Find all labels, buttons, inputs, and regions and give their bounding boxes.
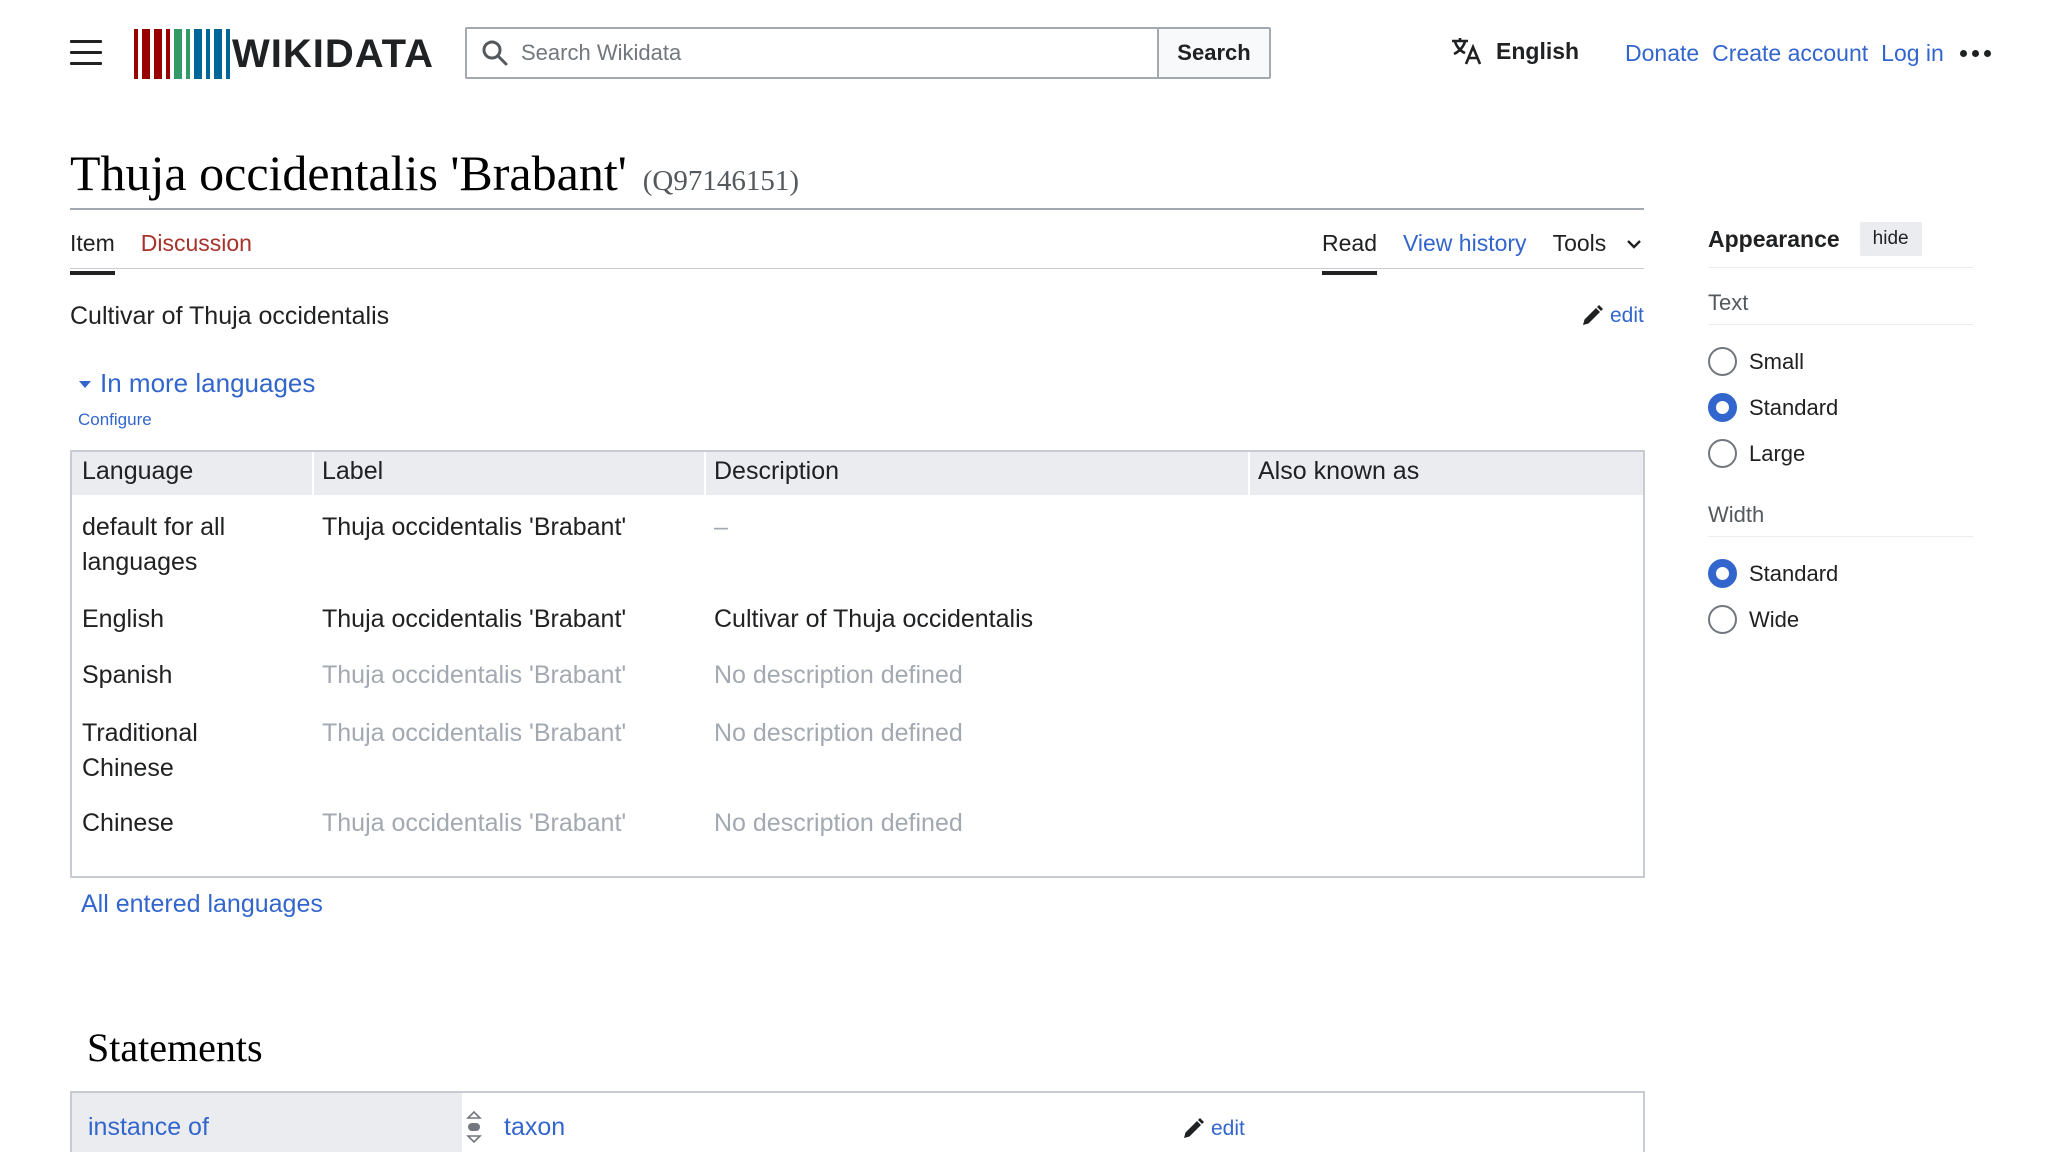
column-header-description: Description	[714, 457, 840, 485]
search-input[interactable]	[521, 40, 1141, 66]
column-header-label: Label	[322, 457, 384, 485]
column-header-aliases: Also known as	[1258, 457, 1420, 485]
tools-label: Tools	[1552, 230, 1607, 256]
statements-heading: Statements	[87, 1025, 263, 1070]
statement-value-link[interactable]: taxon	[504, 1113, 565, 1142]
table-row-label: Thuja occidentalis 'Brabant'	[322, 661, 627, 689]
panel-divider	[1708, 536, 1973, 537]
rank-selector-icon[interactable]	[466, 1110, 482, 1144]
radio-button-selected[interactable]	[1708, 559, 1737, 588]
text-size-label: Text	[1708, 290, 1749, 315]
title-divider	[70, 208, 1644, 210]
wikidata-wordmark[interactable]: WIKIDATA	[232, 30, 434, 78]
table-row-language: Traditional Chinese	[82, 719, 198, 782]
tabs-divider	[70, 268, 1644, 269]
table-row-language: default for all languages	[82, 513, 226, 576]
wikidata-logo-icon[interactable]	[134, 29, 230, 79]
radio-button[interactable]	[1708, 439, 1737, 468]
radio-button[interactable]	[1708, 605, 1737, 634]
table-row-label: Thuja occidentalis 'Brabant'	[322, 809, 627, 837]
table-row-label: Thuja occidentalis 'Brabant'	[322, 513, 627, 541]
search-icon	[482, 40, 508, 66]
in-more-languages-toggle[interactable]: In more languages	[78, 368, 315, 399]
table-row-label: Thuja occidentalis 'Brabant'	[322, 605, 627, 633]
page-title: Thuja occidentalis 'Brabant' (Q97146151)	[70, 144, 799, 202]
statement-group: instance of taxon edit	[70, 1091, 1645, 1152]
main-menu-button[interactable]	[70, 40, 102, 66]
tab-tools[interactable]: Tools	[1553, 230, 1643, 271]
in-more-languages-label: In more languages	[100, 368, 316, 398]
all-entered-languages-link[interactable]: All entered languages	[81, 890, 323, 919]
radio-width-wide[interactable]: Wide	[1708, 605, 1799, 634]
item-description: Cultivar of Thuja occidentalis	[70, 302, 390, 330]
table-row-description: Cultivar of Thuja occidentalis	[714, 605, 1034, 633]
table-row-description: –	[714, 513, 728, 541]
item-id: (Q97146151)	[642, 165, 799, 197]
table-row-language: Spanish	[82, 661, 173, 689]
language-selector[interactable]: English	[1450, 36, 1579, 66]
language-table: Language Label Description Also known as…	[70, 450, 1645, 878]
radio-text-standard[interactable]: Standard	[1708, 393, 1838, 422]
table-row-language: Chinese	[82, 809, 174, 837]
table-row-description: No description defined	[714, 719, 963, 747]
pencil-icon	[1583, 305, 1603, 325]
appearance-panel-header: Appearance hide	[1708, 222, 1922, 256]
create-account-link[interactable]: Create account	[1712, 40, 1868, 67]
edit-statement-button[interactable]: edit	[1181, 1117, 1245, 1141]
triangle-down-icon	[79, 380, 91, 388]
radio-button[interactable]	[1708, 347, 1737, 376]
tab-view-history[interactable]: View history	[1403, 230, 1527, 271]
property-link[interactable]: instance of	[88, 1113, 209, 1142]
width-label: Width	[1708, 502, 1765, 527]
statement-property: instance of	[72, 1093, 462, 1152]
pencil-icon	[1184, 1118, 1204, 1138]
edit-description-button[interactable]: edit	[1580, 304, 1644, 328]
column-header-language: Language	[82, 457, 194, 485]
translate-icon	[1452, 38, 1482, 65]
more-options-icon[interactable]	[1960, 50, 1991, 57]
item-label: Thuja occidentalis 'Brabant'	[70, 145, 627, 201]
donate-link[interactable]: Donate	[1625, 40, 1699, 67]
chevron-down-icon	[1627, 239, 1642, 249]
radio-button-selected[interactable]	[1708, 393, 1737, 422]
login-link[interactable]: Log in	[1881, 40, 1944, 67]
hamburger-icon	[70, 40, 102, 43]
panel-divider	[1708, 267, 1973, 268]
language-table-header: Language Label Description Also known as	[72, 452, 1643, 495]
search-button[interactable]: Search	[1157, 27, 1271, 79]
radio-text-small[interactable]: Small	[1708, 347, 1804, 376]
table-row-description: No description defined	[714, 809, 963, 837]
table-row-language: English	[82, 605, 164, 633]
edit-label: edit	[1211, 1117, 1245, 1140]
panel-divider	[1708, 324, 1973, 325]
language-label: English	[1496, 37, 1580, 64]
hide-appearance-button[interactable]: hide	[1859, 222, 1922, 256]
appearance-title: Appearance	[1708, 225, 1840, 252]
edit-label: edit	[1610, 304, 1644, 327]
radio-text-large[interactable]: Large	[1708, 439, 1805, 468]
table-row-label: Thuja occidentalis 'Brabant'	[322, 719, 627, 747]
radio-width-standard[interactable]: Standard	[1708, 559, 1838, 588]
personal-links: Donate Create account Log in	[1625, 40, 1944, 67]
search-box[interactable]	[465, 27, 1159, 79]
configure-link[interactable]: Configure	[78, 410, 152, 430]
table-row-description: No description defined	[714, 661, 963, 689]
